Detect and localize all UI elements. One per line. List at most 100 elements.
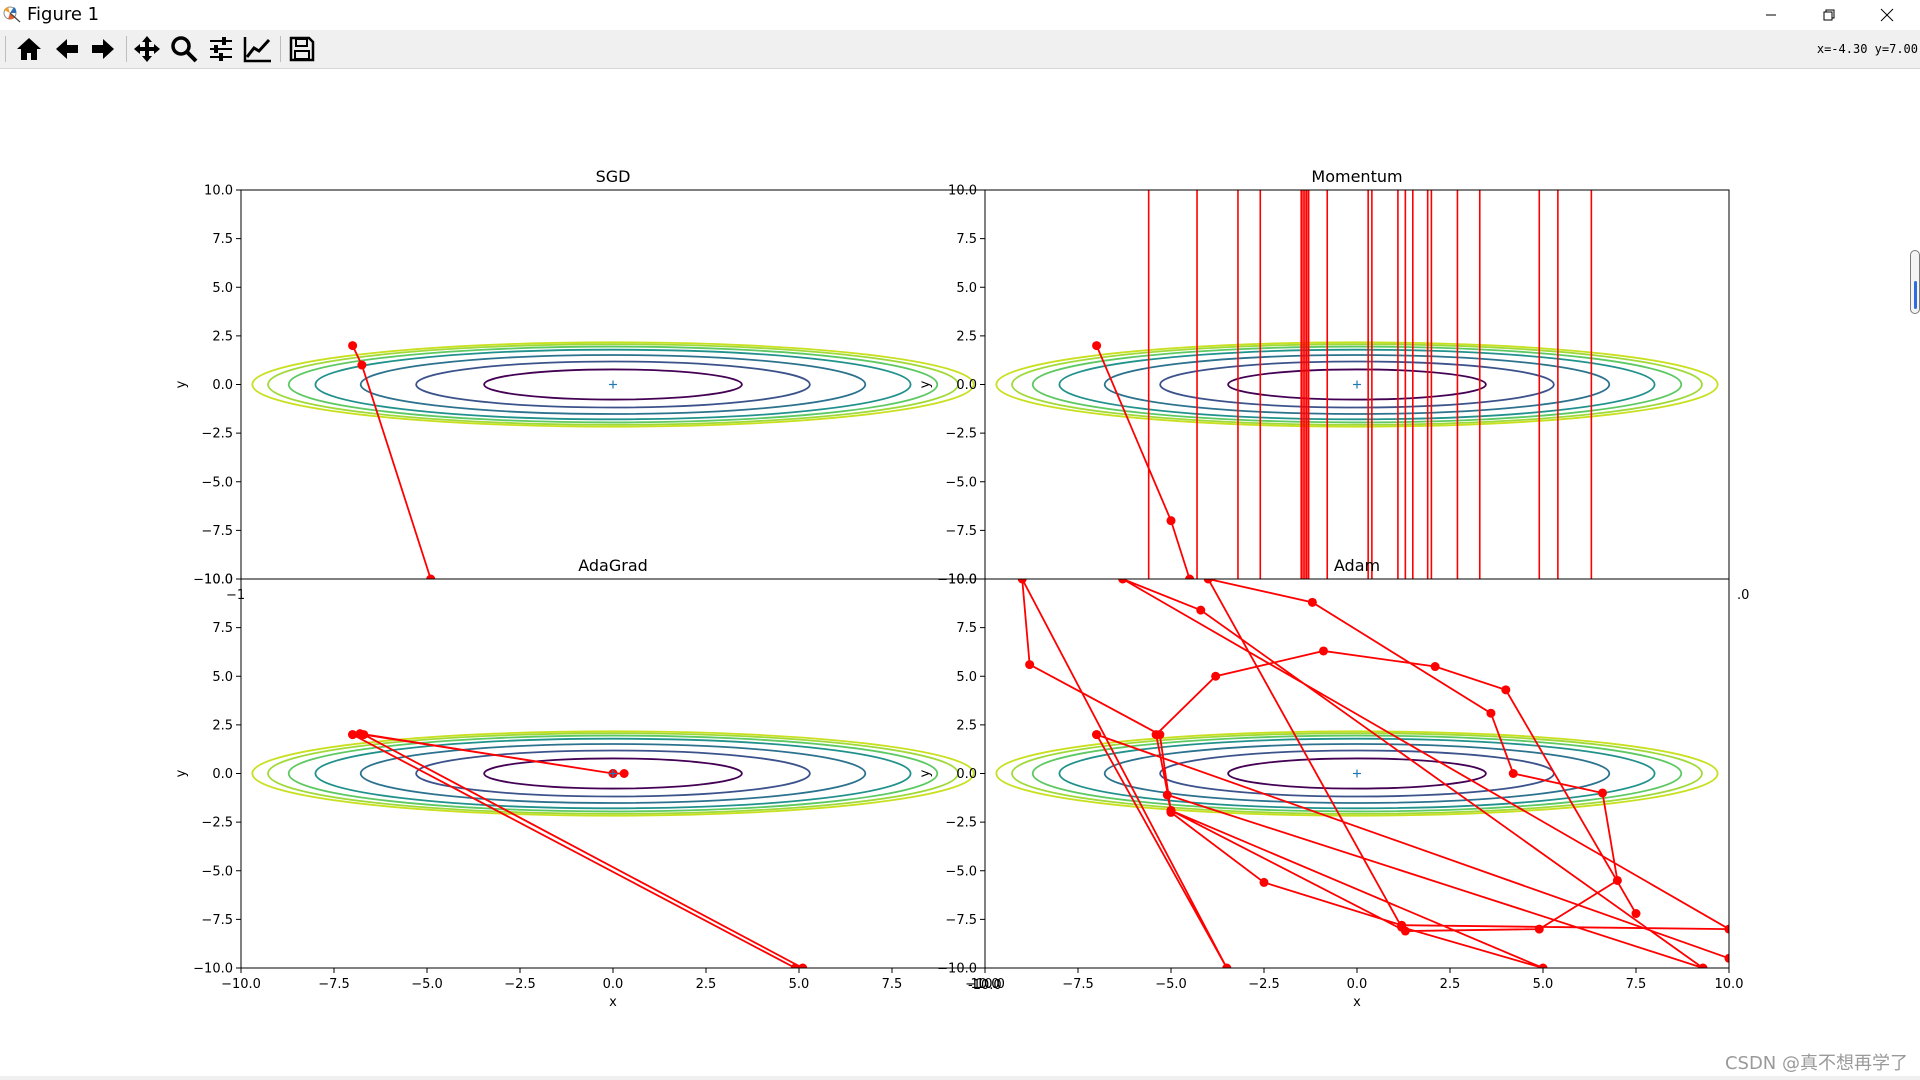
x-tick-label: 5.0 [789, 977, 810, 992]
y-tick-label: −10.0 [193, 962, 233, 977]
back-icon [56, 39, 78, 59]
minimize-icon [1766, 14, 1776, 16]
y-tick-label: 10.0 [204, 573, 233, 588]
y-tick-label: 10.0 [948, 184, 977, 199]
y-tick-label: −2.5 [945, 427, 977, 442]
subplot-adam[interactable]: −10.0 −7.5 −5.0 −2.5 0.0 2.5 5.0 7.5 10.0 −10.0 −7… [918, 556, 1743, 1010]
x-tick-label: 0.0 [603, 977, 624, 992]
close-icon [1880, 8, 1894, 22]
y-tick-label: 2.5 [956, 718, 977, 733]
axis-overlap-label-momentum-x: .0 [1737, 588, 1749, 603]
y-tick-label: −5.0 [945, 864, 977, 879]
pan-button[interactable] [130, 33, 164, 65]
y-tick-label: 0.0 [212, 378, 233, 393]
y-tick-label: −7.5 [201, 524, 233, 539]
path-point [359, 730, 369, 740]
path-point [1151, 730, 1161, 740]
subplot-sgd[interactable]: −10.0−7.5−5.0−2.50.02.55.07.510.0ySGD [174, 167, 986, 588]
x-tick-label: 7.5 [1626, 977, 1647, 992]
subplot-title: SGD [596, 167, 631, 186]
path-point [1631, 909, 1641, 919]
y-axis-label: y [918, 380, 933, 388]
y-tick-label: 7.5 [212, 232, 233, 247]
csdn-watermark: CSDN @真不想再学了 [1724, 1053, 1908, 1074]
y-tick-label: −7.5 [945, 524, 977, 539]
path-point [348, 341, 358, 351]
home-icon [17, 38, 41, 60]
forward-icon [92, 39, 114, 59]
subplots-icon [210, 37, 232, 61]
y-tick-label: 7.5 [956, 621, 977, 636]
subplots-button[interactable] [204, 33, 238, 65]
back-button[interactable] [50, 33, 84, 65]
restore-icon [1823, 9, 1835, 21]
y-tick-label: 2.5 [212, 329, 233, 344]
subplot-adagrad[interactable]: −10.0−7.5−5.0−2.50.02.55.07.510.0−10.0 −7… [174, 556, 999, 1010]
x-tick-label: −7.5 [1062, 977, 1094, 992]
path-point [1534, 924, 1544, 934]
window-titlebar: Figure 1 [0, 0, 1920, 30]
subplot-title: Adam [1334, 556, 1380, 575]
x-tick-label: 10.0 [1715, 977, 1744, 992]
path-point [348, 730, 358, 740]
y-tick-label: 2.5 [956, 329, 977, 344]
subplot-momentum[interactable]: −10.0−7.5−5.0−2.50.02.55.07.510.0yMoment… [918, 167, 1730, 588]
x-tick-label: −10.0 [965, 977, 1005, 992]
restore-button[interactable] [1801, 0, 1857, 30]
x-tick-label: −2.5 [504, 977, 536, 992]
x-tick-label: −7.5 [318, 977, 350, 992]
path-point [1092, 341, 1102, 351]
path-point [1307, 597, 1317, 607]
zoom-button[interactable] [167, 33, 201, 65]
y-tick-label: 7.5 [212, 621, 233, 636]
forward-button[interactable] [86, 33, 120, 65]
y-tick-label: 5.0 [956, 281, 977, 296]
figure[interactable]: .0 −1 -10.0 −10.0−7.5−5.0−2.50.02.55.07.… [0, 69, 1920, 1080]
x-tick-label: 5.0 [1533, 977, 1554, 992]
toolbar-separator [5, 36, 6, 62]
x-tick-label: −5.0 [1155, 977, 1187, 992]
x-tick-label: 2.5 [1440, 977, 1461, 992]
window-title: Figure 1 [27, 4, 100, 25]
subplot-title: Momentum [1311, 167, 1402, 186]
y-tick-label: −5.0 [201, 475, 233, 490]
path-point [1486, 708, 1496, 718]
figure-canvas[interactable]: .0 −1 -10.0 −10.0 −7.5 −5.0 −2.5 0.0 2.5 5.0 7.… [0, 69, 1920, 1080]
y-tick-label: −5.0 [201, 864, 233, 879]
path-point [1430, 662, 1440, 672]
path-point [1319, 646, 1329, 656]
y-tick-label: 2.5 [212, 718, 233, 733]
y-tick-label: 5.0 [212, 670, 233, 685]
path-point [1166, 805, 1176, 815]
close-button[interactable] [1859, 0, 1915, 30]
path-point [1162, 790, 1172, 800]
optimizer-path [1095, 345, 1191, 579]
y-tick-label: −2.5 [945, 816, 977, 831]
x-axis-label: x [609, 995, 617, 1010]
navigation-toolbar: x=-4.30 y=7.00 [0, 30, 1920, 69]
x-tick-label: −10.0 [221, 977, 261, 992]
path-point [1025, 660, 1035, 670]
y-tick-label: 0.0 [212, 767, 233, 782]
home-button[interactable] [12, 33, 46, 65]
toolbar-separator [126, 36, 127, 62]
scrollbar-thumb[interactable] [1910, 250, 1920, 314]
x-tick-label: 7.5 [882, 977, 903, 992]
toolbar-separator [280, 36, 281, 62]
y-tick-label: −5.0 [945, 475, 977, 490]
axis-overlap-label-sgd-x: −1 [226, 588, 245, 603]
y-axis-label: y [918, 769, 933, 777]
y-tick-label: 5.0 [956, 670, 977, 685]
matplotlib-app-icon [3, 6, 21, 23]
save-icon [289, 36, 315, 62]
y-tick-label: 10.0 [948, 573, 977, 588]
path-point [1196, 605, 1206, 615]
customize-button[interactable] [241, 33, 275, 65]
save-button[interactable] [285, 33, 319, 65]
y-axis-label: y [174, 380, 189, 388]
pan-icon [134, 36, 160, 62]
minimize-button[interactable] [1743, 0, 1799, 30]
path-point [1508, 769, 1518, 778]
y-tick-label: −7.5 [201, 913, 233, 928]
x-tick-label: −5.0 [411, 977, 443, 992]
